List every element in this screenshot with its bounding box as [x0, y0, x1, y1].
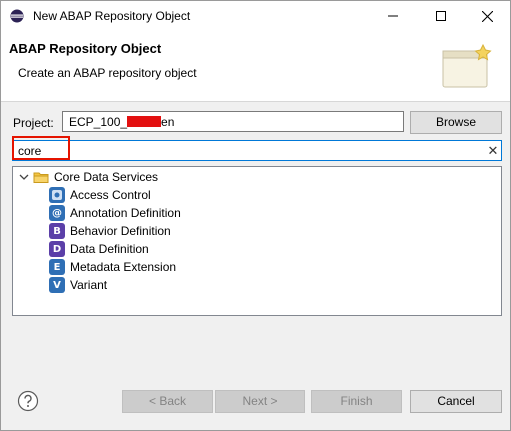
wizard-banner: ABAP Repository Object Create an ABAP re…: [1, 31, 510, 102]
metadata-extension-icon: E: [49, 259, 65, 275]
tree-item-label: Annotation Definition: [70, 206, 181, 220]
tree-item[interactable]: @ Annotation Definition: [49, 204, 181, 222]
new-object-wizard-icon: [442, 43, 492, 88]
data-definition-icon: D: [49, 241, 65, 257]
access-control-icon: [49, 187, 65, 203]
cancel-button[interactable]: Cancel: [410, 390, 502, 413]
minimize-button[interactable]: [370, 1, 416, 31]
next-button[interactable]: Next >: [215, 390, 305, 413]
variant-icon: V: [49, 277, 65, 293]
tree-item-label: Metadata Extension: [70, 260, 177, 274]
tree-item[interactable]: Access Control: [49, 186, 151, 204]
tree-item[interactable]: D Data Definition: [49, 240, 149, 258]
tree-item[interactable]: E Metadata Extension: [49, 258, 176, 276]
dialog-window: New ABAP Repository Object ABAP Reposito…: [0, 0, 511, 431]
tree-item[interactable]: B Behavior Definition: [49, 222, 171, 240]
search-input[interactable]: core ✕: [12, 140, 502, 161]
tree-item-label: Variant: [70, 278, 108, 292]
folder-icon: [33, 172, 49, 183]
close-icon: [481, 10, 493, 22]
project-value-suffix: en: [161, 115, 175, 129]
tree-item-label: Data Definition: [70, 242, 149, 256]
banner-description: Create an ABAP repository object: [18, 66, 197, 80]
project-value-prefix: ECP_100_: [69, 115, 128, 129]
title-bar: New ABAP Repository Object: [1, 1, 510, 31]
project-label: Project:: [13, 116, 54, 130]
project-field[interactable]: ECP_100_ en: [62, 111, 404, 132]
maximize-button[interactable]: [418, 1, 464, 31]
highlight-annotation: [12, 136, 70, 160]
tree-category-core-data-services[interactable]: Core Data Services: [19, 168, 158, 186]
behavior-definition-icon: B: [49, 223, 65, 239]
tree-category-label: Core Data Services: [54, 170, 159, 184]
tree-item-label: Access Control: [70, 188, 151, 202]
browse-button[interactable]: Browse: [410, 111, 502, 134]
clear-search-icon[interactable]: ✕: [485, 142, 501, 159]
back-button[interactable]: < Back: [122, 390, 213, 413]
object-type-tree[interactable]: Core Data Services Access Control @ Anno…: [12, 166, 502, 316]
annotation-definition-icon: @: [49, 205, 65, 221]
tree-item-label: Behavior Definition: [70, 224, 171, 238]
banner-title: ABAP Repository Object: [9, 41, 162, 56]
maximize-icon: [436, 11, 446, 21]
close-button[interactable]: [464, 1, 510, 31]
help-icon[interactable]: [17, 390, 39, 412]
window-title: New ABAP Repository Object: [33, 9, 191, 23]
chevron-down-icon[interactable]: [19, 172, 29, 182]
finish-button[interactable]: Finish: [311, 390, 402, 413]
redaction-mark: [127, 116, 162, 127]
tree-item[interactable]: V Variant: [49, 276, 107, 294]
eclipse-icon: [10, 9, 24, 23]
minimize-icon: [388, 15, 398, 17]
